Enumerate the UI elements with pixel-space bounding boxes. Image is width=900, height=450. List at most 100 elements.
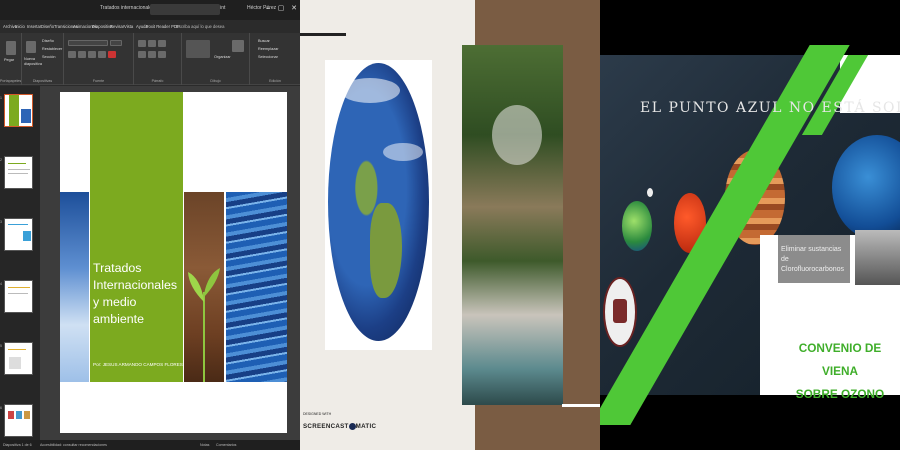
current-slide[interactable]: Tratados Internacionales y medio ambient… (60, 92, 287, 433)
slide-thumbnail-2[interactable] (4, 156, 33, 189)
group-label: Fuente (92, 79, 105, 83)
ribbon-group-clipboard: Pegar Portapapeles (0, 33, 22, 85)
font-color-icon[interactable] (108, 51, 116, 58)
reset-button[interactable]: Restablecer (42, 47, 62, 51)
replace-button[interactable]: Reemplazar (258, 47, 278, 51)
cloud-shape (340, 78, 400, 103)
notes-button[interactable]: Notas (200, 443, 209, 447)
underline-icon[interactable] (88, 51, 96, 58)
convenio-line-2: SOBRE OZONO (795, 387, 885, 401)
ribbon-group-slides: Nueva diapositiva Diseño Restablecer Sec… (22, 33, 64, 85)
group-label: Párrafo (151, 79, 164, 83)
font-name-select[interactable] (68, 40, 108, 46)
mist-shape (492, 105, 542, 165)
select-button[interactable]: Seleccionar (258, 55, 278, 59)
align-right-icon[interactable] (158, 51, 166, 58)
menu-inicio[interactable]: Inicio (15, 24, 25, 29)
new-slide-label[interactable]: Nueva diapositiva (24, 57, 42, 67)
ribbon-group-drawing: Organizar Dibujo (182, 33, 250, 85)
spray-can-image (855, 230, 900, 285)
moon-image (647, 188, 653, 197)
bold-icon[interactable] (68, 51, 76, 58)
paste-icon[interactable] (6, 41, 16, 55)
align-left-icon[interactable] (138, 51, 146, 58)
collage-slide: DESIGNED WITH SCREENCAST MATIC (300, 0, 600, 450)
thumb-number: 6 (0, 406, 2, 410)
slide-editing-area: Tratados Internacionales y medio ambient… (40, 86, 300, 440)
status-bar: Diapositiva 1 de 6 Accesibilidad: consul… (0, 440, 300, 450)
slide-title[interactable]: Tratados Internacionales y medio ambient… (93, 260, 183, 328)
sky-image[interactable] (60, 192, 89, 382)
title-search-box[interactable] (150, 4, 220, 15)
slide-green-block (90, 92, 183, 382)
paste-label[interactable]: Pegar (4, 58, 14, 62)
crest-shield-icon (613, 299, 627, 323)
strikethrough-icon[interactable] (98, 51, 106, 58)
shapes-gallery-icon[interactable] (186, 40, 210, 58)
credit-caption: DESIGNED WITH (303, 412, 332, 416)
slide-author[interactable]: Por: JESUS ARMANDO CAMPOS FLORES (93, 362, 183, 367)
sprout-icon (188, 268, 220, 382)
sprout-image[interactable] (184, 192, 224, 382)
italic-icon[interactable] (78, 51, 86, 58)
menu-insertar[interactable]: Insertar (27, 24, 41, 29)
group-label: Diapositivas (32, 79, 53, 83)
decorative-line (300, 33, 346, 36)
water-image[interactable] (226, 192, 287, 382)
ozone-slide-panel: Eliminar sustancias de Clorofluorocarbon… (600, 0, 900, 450)
thumb-number: 4 (0, 282, 2, 286)
convenio-heading: CONVENIO DE VIENA SOBRE OZONO (780, 337, 900, 406)
slide-counter: Diapositiva 1 de 6 (3, 443, 32, 447)
menu-revisar[interactable]: Revisar (110, 24, 124, 29)
comments-button[interactable]: Comentarios (216, 443, 236, 447)
menu-bar: Archivo Inicio Insertar Diseño Transicio… (0, 20, 300, 33)
find-button[interactable]: Buscar (258, 39, 270, 43)
group-label: Dibujo (210, 79, 221, 83)
section-button[interactable]: Sección (42, 55, 56, 59)
ribbon: Pegar Portapapeles Nueva diapositiva Dis… (0, 33, 300, 85)
thumb-number: 2 (0, 158, 2, 162)
new-slide-icon[interactable] (26, 41, 36, 53)
decorative-line (562, 404, 600, 407)
layout-button[interactable]: Diseño (42, 39, 54, 43)
thumb-number: 3 (0, 220, 2, 224)
slide-thumbnail-5[interactable] (4, 342, 33, 375)
earth-globe-image (328, 63, 429, 341)
font-size-select[interactable] (110, 40, 122, 46)
logo-circle-icon (348, 423, 356, 430)
convenio-line-1: CONVENIO DE VIENA (798, 341, 882, 378)
slide-thumbnails-pane: 1 2 3 4 5 6 (0, 86, 40, 440)
close-icon[interactable]: ✕ (288, 3, 300, 15)
numbering-icon[interactable] (148, 40, 156, 47)
menu-diseno[interactable]: Diseño (41, 24, 54, 29)
ozone-slide: Eliminar sustancias de Clorofluorocarbon… (600, 45, 900, 425)
quick-styles-icon[interactable] (232, 40, 244, 52)
maximize-icon[interactable]: ▢ (275, 3, 287, 15)
group-label: Portapapeles (0, 79, 22, 83)
logo-text-left: SCREENCAST (303, 423, 349, 431)
ribbon-group-font: Fuente (64, 33, 134, 85)
ribbon-group-paragraph: Párrafo (134, 33, 182, 85)
slide-thumbnail-6[interactable] (4, 404, 33, 437)
menu-foxit[interactable]: Foxit Reader PDF (146, 24, 180, 29)
south-america-shape (370, 203, 402, 298)
align-center-icon[interactable] (148, 51, 156, 58)
earth-photo (325, 60, 432, 350)
eliminate-cfc-text: Eliminar sustancias de Clorofluorocarbon… (781, 246, 845, 273)
bullets-icon[interactable] (138, 40, 146, 47)
forest-waterfall-photo (462, 45, 563, 405)
tell-me-box[interactable]: Escriba aquí lo que desea (176, 24, 224, 29)
slide-thumbnail-4[interactable] (4, 280, 33, 313)
powerpoint-window: Tratados internacionales y medio ambient… (0, 0, 300, 450)
arrange-button[interactable]: Organizar (214, 55, 231, 59)
screencastomatic-logo: SCREENCAST MATIC (303, 423, 376, 430)
slide-thumbnail-3[interactable] (4, 218, 33, 251)
menu-vista[interactable]: Vista (124, 24, 133, 29)
thumb-number: 5 (0, 344, 2, 348)
screencast-credit: DESIGNED WITH SCREENCAST MATIC (303, 412, 376, 442)
accessibility-status[interactable]: Accesibilidad: consultar recomendaciones (40, 443, 107, 447)
minimize-icon[interactable]: – (262, 3, 274, 15)
indent-icon[interactable] (158, 40, 166, 47)
slide-thumbnail-1[interactable] (4, 94, 33, 127)
ribbon-group-editing: Buscar Reemplazar Seleccionar Edición (250, 33, 300, 85)
